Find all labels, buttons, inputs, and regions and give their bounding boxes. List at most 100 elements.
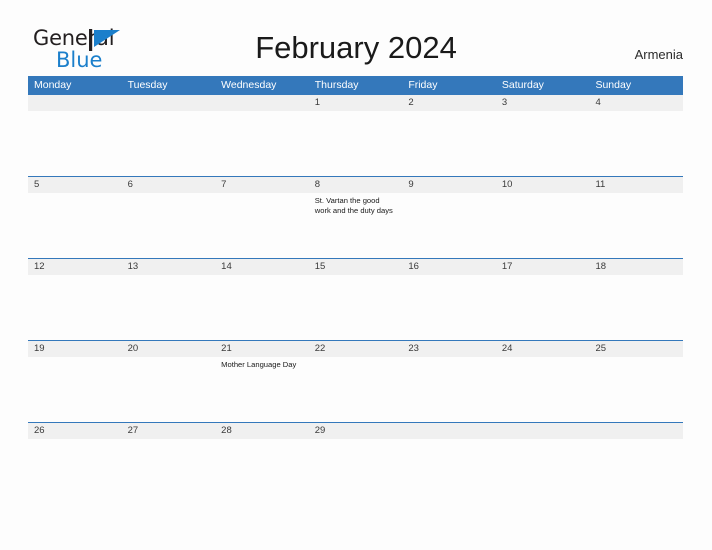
calendar-day-cell-2[interactable]: 2: [402, 95, 496, 176]
calendar-day-cell-6[interactable]: 6: [122, 177, 216, 258]
day-cell-content: 23: [402, 341, 496, 357]
day-cell-content: [589, 423, 683, 439]
day-cell-content: 20: [122, 341, 216, 357]
day-cell-content: 8 St. Vartan the good work and the duty d…: [309, 177, 403, 217]
calendar-day-cell-9[interactable]: 9: [402, 177, 496, 258]
day-cell-content: [496, 423, 590, 439]
calendar-week-cells: 5 6 7 8 St. Vartan the good work and the dut…: [28, 177, 683, 258]
day-number: 22: [314, 343, 326, 354]
day-cell-content: 29: [309, 423, 403, 439]
day-number: 8: [314, 179, 321, 190]
weekday-header-row: Monday Tuesday Wednesday Thursday Friday Satu…: [28, 76, 683, 95]
day-cell-content: 6: [122, 177, 216, 193]
calendar-day-cell-15[interactable]: 15: [309, 259, 403, 340]
day-number: [502, 423, 584, 439]
day-number: 18: [595, 261, 607, 272]
calendar-day-cell-27[interactable]: 27: [122, 423, 216, 439]
day-cell-content: 22: [309, 341, 403, 357]
day-number: 14: [221, 261, 232, 272]
day-number: 21: [221, 343, 232, 354]
holiday-event-label: Mother Language Day: [221, 360, 297, 369]
calendar-day-cell-10[interactable]: 10: [496, 177, 590, 258]
day-cell-content: 11: [589, 177, 683, 193]
day-cell-content: 14: [215, 259, 309, 275]
region-label: Armenia: [634, 47, 683, 62]
weekday-header-thursday: Thursday: [314, 79, 359, 91]
day-cell-content: 21 Mother Language Day: [215, 341, 309, 370]
day-number: 3: [501, 97, 508, 108]
day-cell-content: [215, 95, 309, 111]
calendar-week-row: 5 6 7 8 St. Vartan the good work and the dut…: [28, 176, 683, 258]
calendar-day-cell-28[interactable]: 28: [215, 423, 309, 439]
calendar-week-row: 1 2 3 4: [28, 95, 683, 176]
day-cell-content: 5: [28, 177, 122, 193]
calendar-day-cell-5[interactable]: 5: [28, 177, 122, 258]
calendar-day-cell-18[interactable]: 18: [589, 259, 683, 340]
weekday-header-sunday: Sunday: [595, 79, 632, 91]
day-cell-content: 4: [589, 95, 683, 111]
calendar-grid: Monday Tuesday Wednesday Thursday Friday Satu…: [28, 76, 683, 439]
day-cell-content: 12: [28, 259, 122, 275]
day-cell-content: 25: [589, 341, 683, 357]
calendar-day-cell-24[interactable]: 24: [496, 341, 590, 422]
calendar-day-cell-25[interactable]: 25: [589, 341, 683, 422]
calendar-day-cell-22[interactable]: 22: [309, 341, 403, 422]
day-number: 10: [501, 179, 513, 190]
calendar-day-cell-17[interactable]: 17: [496, 259, 590, 340]
day-cell-content: 3: [496, 95, 590, 111]
calendar-day-cell-26[interactable]: 26: [28, 423, 122, 439]
day-number: 13: [127, 261, 139, 272]
calendar-day-cell-empty: [496, 423, 590, 439]
calendar-day-cell-29[interactable]: 29: [309, 423, 403, 439]
day-number: 11: [595, 179, 606, 190]
day-number: 28: [221, 425, 232, 436]
calendar-week-row: 26 27 28 29: [28, 422, 683, 439]
weekday-header-monday: Monday: [34, 79, 72, 91]
page-header: General Blue February 2024 Armenia: [0, 0, 712, 72]
calendar-day-cell-23[interactable]: 23: [402, 341, 496, 422]
calendar-day-cell-7[interactable]: 7: [215, 177, 309, 258]
calendar-day-cell-21[interactable]: 21 Mother Language Day: [215, 341, 309, 422]
holiday-event-label: St. Vartan the good work and the duty da…: [314, 196, 393, 216]
day-cell-content: 18: [589, 259, 683, 275]
day-number: 2: [408, 97, 414, 108]
day-number: 20: [127, 343, 139, 354]
calendar-day-cell-3[interactable]: 3: [496, 95, 590, 176]
day-cell-content: 24: [496, 341, 590, 357]
calendar-day-cell-13[interactable]: 13: [122, 259, 216, 340]
day-cell-content: 27: [122, 423, 216, 439]
calendar-day-cell-12[interactable]: 12: [28, 259, 122, 340]
day-number: 24: [501, 343, 513, 354]
day-number: 7: [221, 179, 227, 190]
calendar-day-cell-empty: [402, 423, 496, 439]
day-cell-content: 26: [28, 423, 122, 439]
day-number: 19: [34, 343, 45, 354]
day-number: [408, 423, 490, 439]
weekday-header-tuesday: Tuesday: [127, 79, 168, 91]
weekday-header-saturday: Saturday: [501, 79, 544, 91]
calendar-day-cell-empty: [122, 95, 216, 176]
calendar-day-cell-16[interactable]: 16: [402, 259, 496, 340]
calendar-day-cell-19[interactable]: 19: [28, 341, 122, 422]
day-number: 27: [127, 425, 139, 436]
day-cell-content: [122, 95, 216, 111]
calendar-day-cell-14[interactable]: 14: [215, 259, 309, 340]
calendar-day-cell-4[interactable]: 4: [589, 95, 683, 176]
calendar-day-cell-empty: [215, 95, 309, 176]
day-number: [595, 423, 677, 439]
calendar-day-cell-11[interactable]: 11: [589, 177, 683, 258]
day-cell-content: 16: [402, 259, 496, 275]
calendar-day-cell-empty: [589, 423, 683, 439]
day-cell-content: [402, 423, 496, 439]
day-number: 6: [127, 179, 133, 190]
calendar-week-cells: 1 2 3 4: [28, 95, 683, 176]
calendar-day-cell-8[interactable]: 8 St. Vartan the good work and the duty d…: [309, 177, 403, 258]
calendar-day-cell-1[interactable]: 1: [309, 95, 403, 176]
calendar-week-row: 19 20 21 Mother Language Day 22 23 24 25: [28, 340, 683, 422]
day-number: 15: [314, 261, 326, 272]
day-cell-content: 13: [122, 259, 216, 275]
calendar-week-cells: 19 20 21 Mother Language Day 22 23 24 25: [28, 341, 683, 422]
day-number: 4: [595, 97, 601, 108]
day-cell-content: 1: [309, 95, 403, 111]
calendar-day-cell-20[interactable]: 20: [122, 341, 216, 422]
